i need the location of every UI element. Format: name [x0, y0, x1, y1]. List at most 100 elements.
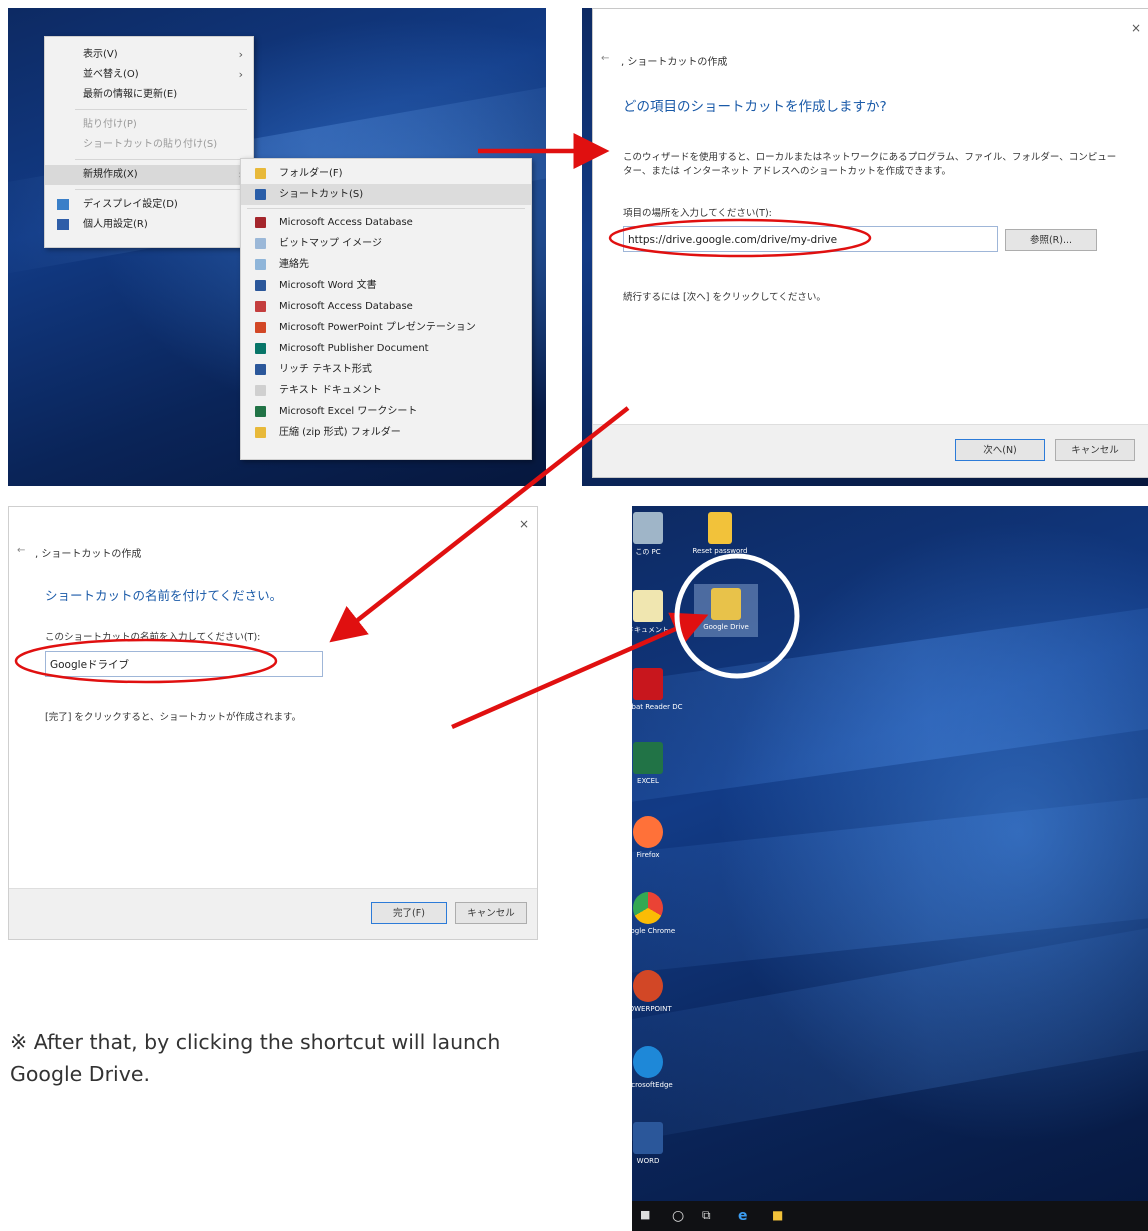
text-doc-icon	[255, 385, 266, 396]
submenu-item-rtf[interactable]: リッチ テキスト形式	[241, 359, 531, 380]
menu-item-label: 貼り付け(P)	[83, 119, 137, 130]
desktop-icon-label: Google Chrome	[632, 927, 676, 935]
continue-instruction: 続行するには [次へ] をクリックしてください。	[623, 292, 826, 303]
submenu-item-folder[interactable]: フォルダー(F)	[241, 163, 531, 184]
wizard-title: どの項目のショートカットを作成しますか?	[623, 99, 887, 115]
menu-separator	[75, 109, 247, 110]
search-icon[interactable]: ○	[672, 1208, 684, 1224]
task-view-icon[interactable]: ⧉	[702, 1208, 711, 1223]
edge-taskbar-icon[interactable]: e	[738, 1208, 748, 1224]
submenu-item-publisher[interactable]: Microsoft Publisher Document	[241, 338, 531, 359]
desktop-icon-firefox[interactable]: Firefox	[632, 816, 680, 859]
start-icon[interactable]: ■	[640, 1208, 650, 1221]
wizard-description: このウィザードを使用すると、ローカルまたはネットワークにあるプログラム、ファイル…	[623, 152, 1117, 177]
submenu-item-label: Microsoft Publisher Document	[279, 343, 429, 354]
menu-item-label: ショートカットの貼り付け(S)	[83, 139, 218, 150]
desktop-icon-documents[interactable]: ドキュメント	[632, 590, 680, 635]
submenu-item-label: リッチ テキスト形式	[279, 364, 372, 375]
menu-item-sort[interactable]: 並べ替え(O) ›	[45, 65, 253, 85]
desktop-icon-label: POWERPOINT	[632, 1005, 672, 1013]
folder-icon	[255, 168, 266, 179]
submenu-item-label: フォルダー(F)	[279, 168, 343, 179]
publisher-icon	[255, 343, 266, 354]
dialog-header-text: ショートカットの作成	[627, 57, 728, 68]
submenu-item-excel[interactable]: Microsoft Excel ワークシート	[241, 401, 531, 422]
submenu-item-label: ビットマップ イメージ	[279, 238, 382, 249]
close-icon[interactable]: ×	[519, 517, 529, 531]
cancel-button[interactable]: キャンセル	[1055, 439, 1135, 461]
desktop-icon-chrome[interactable]: Google Chrome	[632, 892, 680, 935]
desktop-icon-reset-password[interactable]: Reset password	[688, 512, 752, 555]
menu-item-label: 新規作成(X)	[83, 169, 138, 180]
menu-item-personalize[interactable]: 個人用設定(R)	[45, 215, 253, 235]
menu-item-label: ディスプレイ設定(D)	[83, 199, 178, 210]
shortcut-name-input[interactable]: Googleドライブ	[45, 651, 323, 677]
desktop-icon-acrobat[interactable]: Acrobat Reader DC	[632, 668, 683, 711]
submenu-item-powerpoint[interactable]: Microsoft PowerPoint プレゼンテーション	[241, 317, 531, 338]
back-arrow-icon[interactable]: ←	[17, 545, 25, 556]
dialog-header-text: ショートカットの作成	[41, 549, 142, 560]
finish-instruction: [完了] をクリックすると、ショートカットが作成されます。	[45, 712, 302, 723]
back-arrow-icon[interactable]: ←	[601, 53, 609, 64]
desktop-icon-label: Google Drive	[703, 623, 749, 631]
desktop-icon-label: EXCEL	[637, 777, 659, 785]
menu-item-display-settings[interactable]: ディスプレイ設定(D)	[45, 195, 253, 215]
menu-item-label: 個人用設定(R)	[83, 219, 148, 230]
excel-icon	[633, 742, 663, 774]
dialog-header: , ショートカットの作成	[35, 549, 142, 560]
submenu-item-label: Microsoft Access Database	[279, 217, 413, 228]
submenu-item-label: Microsoft Access Database	[279, 301, 413, 312]
menu-separator	[247, 208, 525, 209]
finish-button[interactable]: 完了(F)	[371, 902, 447, 924]
browse-button[interactable]: 参照(R)...	[1005, 229, 1097, 251]
chevron-right-icon: ›	[238, 48, 243, 61]
menu-item-view[interactable]: 表示(V) ›	[45, 45, 253, 65]
menu-item-paste: 貼り付け(P)	[45, 115, 253, 135]
close-icon[interactable]: ×	[1131, 21, 1141, 35]
menu-item-new[interactable]: 新規作成(X)›	[45, 165, 253, 185]
submenu-item-shortcut[interactable]: ショートカット(S)	[241, 184, 531, 205]
menu-item-label: 表示(V)	[83, 49, 118, 60]
taskbar: ■ ○ ⧉ e ■	[632, 1201, 1148, 1231]
submenu-item-label: テキスト ドキュメント	[279, 385, 382, 396]
submenu-item-access-2[interactable]: Microsoft Access Database	[241, 296, 531, 317]
submenu-item-label: Microsoft PowerPoint プレゼンテーション	[279, 322, 476, 333]
bitmap-icon	[255, 238, 266, 249]
desktop-icon-label: ドキュメント	[632, 626, 669, 634]
word-icon	[633, 1122, 663, 1154]
contact-icon	[255, 259, 266, 270]
desktop-context-menu: 表示(V) › 並べ替え(O) › 最新の情報に更新(E) 貼り付け(P) ショート…	[44, 36, 254, 248]
desktop-icon-this-pc[interactable]: この PC	[632, 512, 680, 557]
desktop-screenshot: この PC Reset password ドキュメント Google Drive…	[632, 506, 1148, 1231]
desktop-icon-excel[interactable]: EXCEL	[632, 742, 680, 785]
next-button[interactable]: 次へ(N)	[955, 439, 1045, 461]
desktop-icon-label: Firefox	[636, 851, 660, 859]
word-icon	[255, 280, 266, 291]
menu-item-label: 並べ替え(O)	[83, 69, 139, 80]
submenu-item-text[interactable]: テキスト ドキュメント	[241, 380, 531, 401]
menu-item-refresh[interactable]: 最新の情報に更新(E)	[45, 85, 253, 105]
wizard-step1-screenshot: × ← , ショートカットの作成 どの項目のショートカットを作成しますか? この…	[582, 8, 1148, 486]
submenu-item-label: Microsoft Excel ワークシート	[279, 406, 418, 417]
desktop-icon-powerpoint[interactable]: POWERPOINT	[632, 970, 680, 1013]
dialog-footer: 次へ(N) キャンセル	[593, 424, 1148, 477]
instruction-note: ※ After that, by clicking the shortcut w…	[10, 1030, 501, 1086]
file-explorer-icon[interactable]: ■	[772, 1208, 783, 1222]
desktop-icon-label: この PC	[635, 548, 661, 556]
submenu-item-word[interactable]: Microsoft Word 文書	[241, 275, 531, 296]
display-settings-icon	[57, 199, 69, 210]
submenu-item-bitmap[interactable]: ビットマップ イメージ	[241, 233, 531, 254]
submenu-item-contact[interactable]: 連絡先	[241, 254, 531, 275]
desktop-icon-google-drive[interactable]: Google Drive	[694, 584, 758, 637]
cancel-button[interactable]: キャンセル	[455, 902, 527, 924]
access-icon	[255, 301, 266, 312]
submenu-item-access[interactable]: Microsoft Access Database	[241, 212, 531, 233]
desktop-icon-word[interactable]: WORD	[632, 1122, 680, 1165]
desktop-icon-label: Acrobat Reader DC	[632, 703, 683, 711]
this-pc-icon	[633, 512, 663, 544]
desktop-icon-edge[interactable]: MicrosoftEdge	[632, 1046, 680, 1089]
location-input[interactable]: https://drive.google.com/drive/my-drive	[623, 226, 998, 252]
submenu-item-zip[interactable]: 圧縮 (zip 形式) フォルダー	[241, 422, 531, 443]
location-label: 項目の場所を入力してください(T):	[623, 208, 772, 219]
submenu-item-label: 連絡先	[279, 259, 309, 270]
